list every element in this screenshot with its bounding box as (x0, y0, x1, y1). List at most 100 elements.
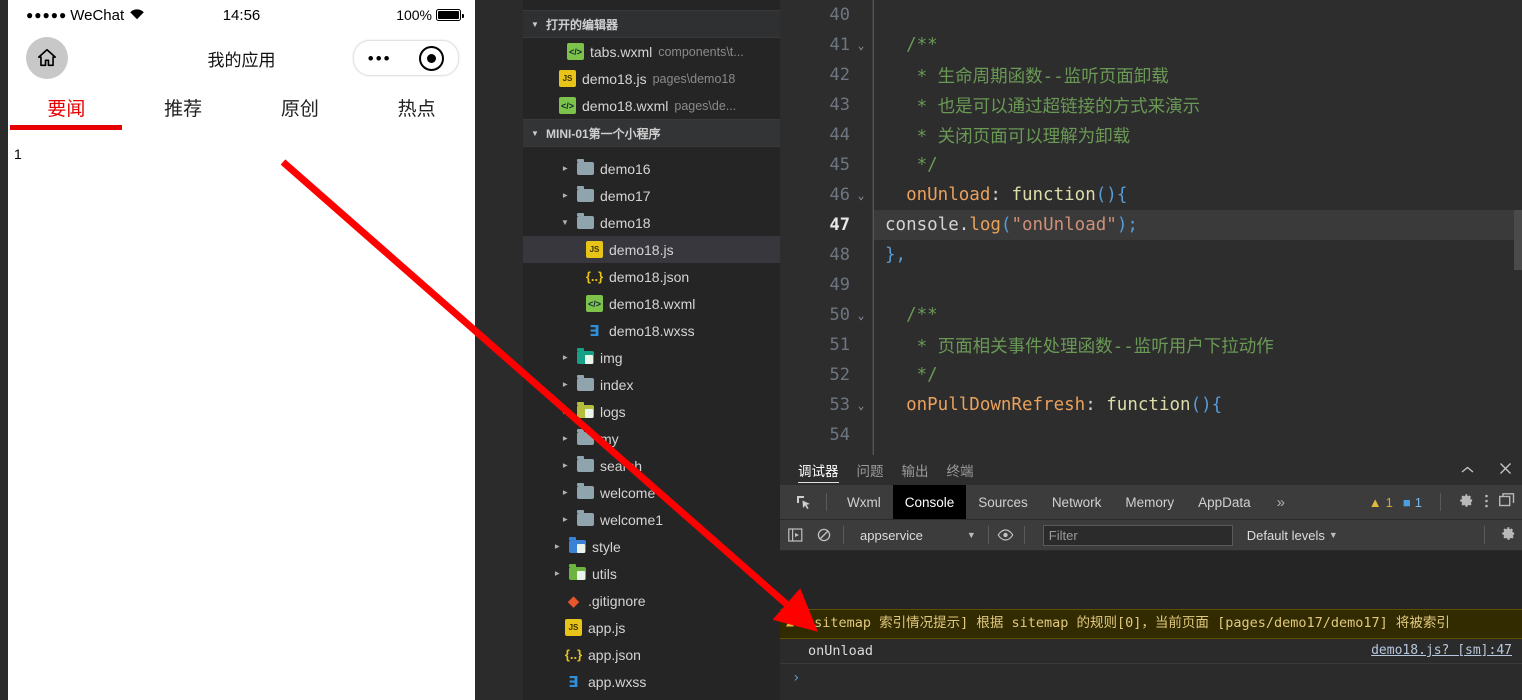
code-editor[interactable]: 40 41 ⌄ 42 43 44 45 46 ⌄ 47 48 49 50 ⌄ 51 52 53 ⌄ 54 /** *… (780, 0, 1522, 455)
chevron-right-icon[interactable]: ▼ (561, 379, 570, 391)
tree-item-app-js[interactable]: JS app.js (523, 614, 780, 641)
tree-item-logs[interactable]: ▼ logs (523, 398, 780, 425)
tree-item-demo18[interactable]: ▼ demo18 (523, 209, 780, 236)
tree-item-utils[interactable]: ▼ utils (523, 560, 780, 587)
chevron-right-icon[interactable]: ▼ (561, 487, 570, 499)
chevron-right-icon[interactable]: ▼ (561, 460, 570, 472)
gutter-line-46[interactable]: 46 ⌄ (780, 180, 872, 210)
code-line-52[interactable]: */ (873, 360, 1522, 390)
inspector-tab-wxml[interactable]: Wxml (835, 485, 893, 519)
open-editor-item-1[interactable]: JS demo18.js pages\demo18 (523, 65, 780, 92)
gutter-line-49[interactable]: 49 (780, 270, 872, 300)
devtools-window-controls[interactable] (1460, 462, 1512, 478)
tab-terminal[interactable]: 终端 (947, 455, 974, 485)
chevron-down-icon[interactable]: ⌄ (856, 399, 866, 412)
tree-item-demo18-js[interactable]: JS demo18.js (523, 236, 780, 263)
code-line-49[interactable] (873, 270, 1522, 300)
chevron-down-icon[interactable]: ⌄ (856, 39, 866, 52)
console-log-source-link[interactable]: demo18.js? [sm]:47 (1371, 643, 1512, 658)
inspector-tab-memory[interactable]: Memory (1113, 485, 1186, 519)
more-dots-icon[interactable]: ••• (368, 50, 392, 67)
close-icon[interactable] (1499, 462, 1512, 478)
tree-item-demo18-wxss[interactable]: ∃ demo18.wxss (523, 317, 780, 344)
wechat-capsule[interactable]: ••• (353, 40, 459, 76)
message-badge[interactable]: ■ 1 (1403, 495, 1422, 510)
code-line-41[interactable]: /** (873, 30, 1522, 60)
tab-output[interactable]: 输出 (902, 455, 929, 485)
tree-item-demo18-wxml[interactable]: </> demo18.wxml (523, 290, 780, 317)
open-editor-item-2[interactable]: </> demo18.wxml pages\de... (523, 92, 780, 119)
chevron-right-icon[interactable]: ▼ (561, 433, 570, 445)
gutter-line-41[interactable]: 41 ⌄ (780, 30, 872, 60)
sim-tab-1[interactable]: 推荐 (125, 90, 242, 121)
inspector-tab-appdata[interactable]: AppData (1186, 485, 1263, 519)
gear-icon[interactable] (1501, 526, 1516, 545)
chevron-down-icon[interactable]: ▼ (967, 530, 976, 540)
filter-bar-right[interactable] (1476, 526, 1516, 545)
tree-item-img[interactable]: ▼ img (523, 344, 780, 371)
gutter-line-54[interactable]: 54 (780, 420, 872, 450)
live-expression-icon[interactable] (997, 529, 1014, 541)
chevron-down-icon[interactable]: ▼ (1329, 530, 1338, 540)
console-context-select[interactable]: appservice ▼ (860, 528, 976, 543)
section-open-editors[interactable]: ▼ 打开的编辑器 (523, 10, 780, 38)
gutter-line-47[interactable]: 47 (780, 210, 872, 240)
tree-item-app-wxss[interactable]: ∃ app.wxss (523, 668, 780, 695)
kebab-menu-icon[interactable] (1484, 493, 1489, 512)
gutter-line-42[interactable]: 42 (780, 60, 872, 90)
inspector-tab-console[interactable]: Console (892, 485, 967, 519)
tree-item-demo18-json[interactable]: {..} demo18.json (523, 263, 780, 290)
gear-icon[interactable] (1459, 493, 1474, 512)
code-line-50[interactable]: /** (873, 300, 1522, 330)
dock-panel-icon[interactable] (1498, 493, 1516, 511)
chevron-up-icon[interactable] (1460, 463, 1475, 478)
chevron-right-icon[interactable]: ▼ (561, 352, 570, 364)
gutter-line-50[interactable]: 50 ⌄ (780, 300, 872, 330)
chevron-down-icon[interactable]: ▼ (559, 218, 571, 227)
gutter-line-48[interactable]: 48 (780, 240, 872, 270)
console-message-warning[interactable]: ▲ [sitemap 索引情况提示] 根据 sitemap 的规则[0]，当前页… (780, 609, 1522, 639)
tree-item-gitignore[interactable]: ◆ .gitignore (523, 587, 780, 614)
gutter-line-44[interactable]: 44 (780, 120, 872, 150)
code-line-46[interactable]: onUnload: function () { (873, 180, 1522, 210)
tree-item-welcome1[interactable]: ▼ welcome1 (523, 506, 780, 533)
gutter-line-52[interactable]: 52 (780, 360, 872, 390)
inspector-tab-sources[interactable]: Sources (966, 485, 1040, 519)
code-line-53[interactable]: onPullDownRefresh: function () { (873, 390, 1522, 420)
tree-item-index[interactable]: ▼ index (523, 371, 780, 398)
devtools-filter-bar[interactable]: appservice ▼ Filter Default levels ▼ (780, 520, 1522, 551)
open-editor-item-0[interactable]: </> tabs.wxml components\t... (523, 38, 780, 65)
section-project-root[interactable]: ▼ MINI-01第一个小程序 (523, 119, 780, 147)
editor-scrollbar[interactable] (1514, 0, 1522, 455)
tree-item-my[interactable]: ▼ my (523, 425, 780, 452)
code-line-44[interactable]: * 关闭页面可以理解为卸载 (873, 120, 1522, 150)
chevron-right-icon[interactable]: ▼ (561, 514, 570, 526)
console-prompt-row[interactable]: › (780, 664, 1522, 686)
gutter-line-51[interactable]: 51 (780, 330, 872, 360)
chevron-right-icon[interactable]: ▼ (561, 190, 570, 202)
file-explorer[interactable]: ▼ 打开的编辑器 </> tabs.wxml components\t... J… (523, 0, 780, 700)
devtools-inspector-bar[interactable]: Wxml Console Sources Network Memory AppD… (780, 485, 1522, 520)
chevron-right-icon[interactable]: ▼ (561, 163, 570, 175)
chevron-right-icon[interactable]: ▼ (553, 568, 562, 580)
target-circle-icon[interactable] (419, 45, 445, 71)
inspector-right-controls[interactable]: ▲ 1 ■ 1 (1369, 493, 1516, 512)
chevron-right-icon[interactable]: ▼ (561, 406, 570, 418)
tree-item-style[interactable]: ▼ style (523, 533, 780, 560)
gutter-line-43[interactable]: 43 (780, 90, 872, 120)
gutter-line-40[interactable]: 40 (780, 0, 872, 30)
show-console-sidebar-icon[interactable] (788, 528, 803, 542)
tree-item-search[interactable]: ▼ search (523, 452, 780, 479)
tree-item-welcome[interactable]: ▼ welcome (523, 479, 780, 506)
clear-console-icon[interactable] (817, 528, 831, 542)
simulator-tab-bar[interactable]: 要闻 推荐 原创 热点 (8, 86, 475, 138)
chevron-down-icon[interactable]: ▼ (531, 20, 541, 29)
devtools-tab-bar[interactable]: 调试器 问题 输出 终端 (780, 455, 1522, 485)
devtools-panel[interactable]: 调试器 问题 输出 终端 Wxml Console Sources Networ… (780, 455, 1522, 700)
sim-tab-0[interactable]: 要闻 (8, 90, 125, 121)
console-filter-input[interactable]: Filter (1042, 524, 1233, 546)
tree-item-demo17[interactable]: ▼ demo17 (523, 182, 780, 209)
tree-item-app-json[interactable]: {..} app.json (523, 641, 780, 668)
code-line-45[interactable]: */ (873, 150, 1522, 180)
sim-tab-3[interactable]: 热点 (358, 90, 475, 121)
